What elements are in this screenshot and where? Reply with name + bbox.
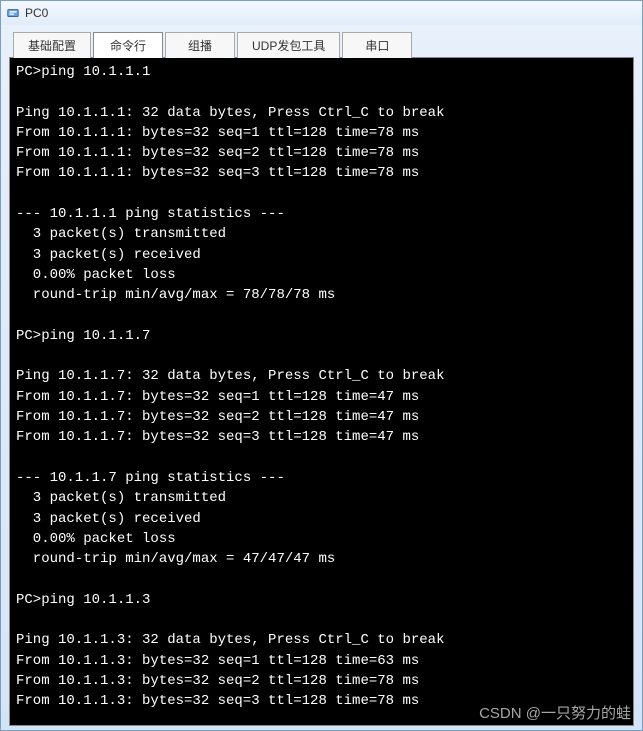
- tab-serial[interactable]: 串口: [342, 32, 412, 58]
- tab-command-line[interactable]: 命令行: [93, 32, 163, 58]
- tab-basic-config[interactable]: 基础配置: [13, 32, 91, 58]
- titlebar[interactable]: PC0: [1, 1, 642, 25]
- tab-multicast[interactable]: 组播: [165, 32, 235, 58]
- tab-udp-tool[interactable]: UDP发包工具: [237, 32, 340, 58]
- terminal-output[interactable]: PC>ping 10.1.1.1 Ping 10.1.1.1: 32 data …: [9, 57, 634, 726]
- window-title: PC0: [25, 6, 48, 20]
- tab-bar: 基础配置 命令行 组播 UDP发包工具 串口: [1, 25, 642, 57]
- app-window: PC0 基础配置 命令行 组播 UDP发包工具 串口 PC>ping 10.1.…: [0, 0, 643, 731]
- app-icon: [5, 5, 21, 21]
